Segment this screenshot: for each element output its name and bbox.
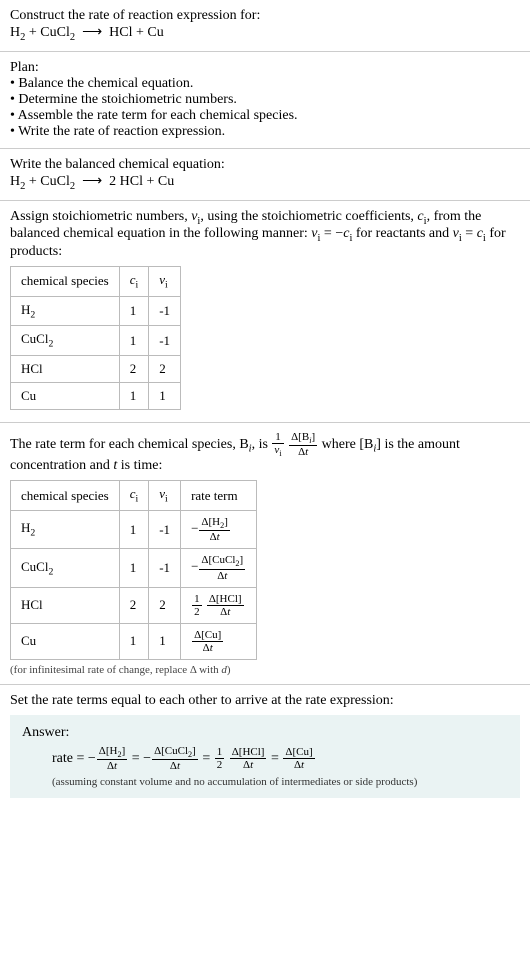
table-row: H2 1 -1 −Δ[H2]Δt [11, 510, 257, 548]
table-header-row: chemical species ci νi [11, 267, 181, 297]
cell-nu: -1 [149, 326, 181, 356]
final-section: Set the rate terms equal to each other t… [0, 685, 530, 806]
col-ci: ci [119, 481, 149, 511]
cell-nu: -1 [149, 296, 181, 326]
cell-c: 1 [119, 623, 149, 659]
cell-species: Cu [11, 382, 120, 409]
table-row: CuCl2 1 -1 −Δ[CuCl2]Δt [11, 549, 257, 587]
cell-species: H2 [11, 296, 120, 326]
rateterm-note: (for infinitesimal rate of change, repla… [10, 664, 520, 676]
table-row: HCl 2 2 [11, 355, 181, 382]
cell-species: HCl [11, 587, 120, 623]
cell-nu: -1 [149, 510, 181, 548]
cell-nu: 1 [149, 623, 181, 659]
cell-c: 1 [119, 296, 149, 326]
stoich-intro: Assign stoichiometric numbers, νi, using… [10, 209, 520, 261]
cell-nu: 2 [149, 355, 181, 382]
table-row: H2 1 -1 [11, 296, 181, 326]
col-nui: νi [149, 481, 181, 511]
plan-item-2: • Assemble the rate term for each chemic… [10, 108, 520, 124]
table-row: Cu 1 1 Δ[Cu]Δt [11, 623, 257, 659]
intro-prompt: Construct the rate of reaction expressio… [10, 8, 520, 24]
cell-c: 1 [119, 382, 149, 409]
final-heading: Set the rate terms equal to each other t… [10, 693, 520, 709]
cell-term: 12 Δ[HCl]Δt [181, 587, 257, 623]
cell-c: 1 [119, 326, 149, 356]
stoich-section: Assign stoichiometric numbers, νi, using… [0, 201, 530, 423]
table-row: CuCl2 1 -1 [11, 326, 181, 356]
rateterm-table: chemical species ci νi rate term H2 1 -1… [10, 480, 257, 660]
cell-species: CuCl2 [11, 326, 120, 356]
cell-nu: 2 [149, 587, 181, 623]
cell-species: Cu [11, 623, 120, 659]
col-nui: νi [149, 267, 181, 297]
cell-term: −Δ[H2]Δt [181, 510, 257, 548]
stoich-table: chemical species ci νi H2 1 -1 CuCl2 1 -… [10, 266, 181, 410]
cell-species: HCl [11, 355, 120, 382]
cell-species: H2 [11, 510, 120, 548]
balanced-equation: H2 + CuCl2 ⟶ 2 HCl + Cu [10, 173, 520, 192]
cell-c: 2 [119, 587, 149, 623]
cell-nu: -1 [149, 549, 181, 587]
col-ci: ci [119, 267, 149, 297]
intro-equation: H2 + CuCl2 ⟶ HCl + Cu [10, 24, 520, 43]
intro-section: Construct the rate of reaction expressio… [0, 0, 530, 52]
cell-term: −Δ[CuCl2]Δt [181, 549, 257, 587]
col-species: chemical species [11, 267, 120, 297]
table-row: HCl 2 2 12 Δ[HCl]Δt [11, 587, 257, 623]
answer-label: Answer: [22, 725, 508, 741]
answer-box: Answer: rate = −Δ[H2]Δt = −Δ[CuCl2]Δt = … [10, 715, 520, 798]
balanced-heading: Write the balanced chemical equation: [10, 157, 520, 173]
plan-heading: Plan: [10, 60, 520, 76]
col-rateterm: rate term [181, 481, 257, 511]
cell-c: 1 [119, 510, 149, 548]
cell-species: CuCl2 [11, 549, 120, 587]
plan-section: Plan: • Balance the chemical equation. •… [0, 52, 530, 149]
plan-item-1: • Determine the stoichiometric numbers. [10, 92, 520, 108]
cell-term: Δ[Cu]Δt [181, 623, 257, 659]
col-species: chemical species [11, 481, 120, 511]
answer-note: (assuming constant volume and no accumul… [22, 776, 508, 788]
rateterm-intro: The rate term for each chemical species,… [10, 431, 520, 474]
cell-c: 1 [119, 549, 149, 587]
plan-item-0: • Balance the chemical equation. [10, 76, 520, 92]
plan-item-3: • Write the rate of reaction expression. [10, 124, 520, 140]
rateterm-section: The rate term for each chemical species,… [0, 423, 530, 685]
table-row: Cu 1 1 [11, 382, 181, 409]
table-header-row: chemical species ci νi rate term [11, 481, 257, 511]
balanced-section: Write the balanced chemical equation: H2… [0, 149, 530, 201]
cell-c: 2 [119, 355, 149, 382]
cell-nu: 1 [149, 382, 181, 409]
answer-equation: rate = −Δ[H2]Δt = −Δ[CuCl2]Δt = 12 Δ[HCl… [22, 745, 508, 772]
